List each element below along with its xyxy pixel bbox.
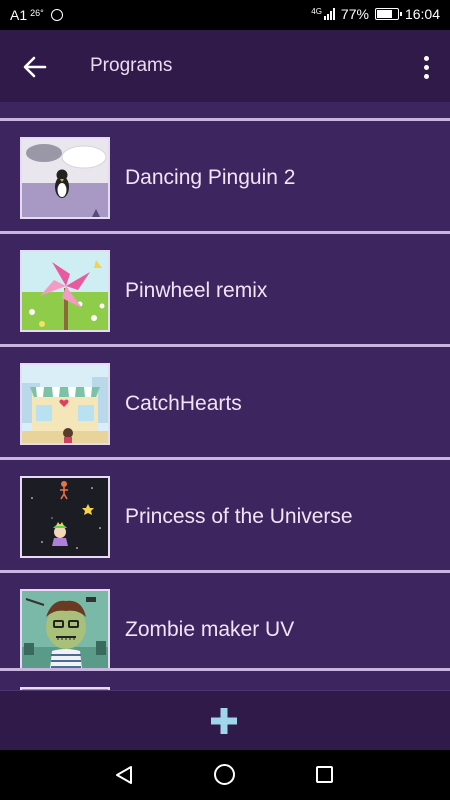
overflow-menu-button[interactable] xyxy=(416,50,436,84)
screenshot-notification-icon xyxy=(50,9,63,21)
program-name: Dancing Pinguin 2 xyxy=(125,166,296,189)
signal-icon xyxy=(323,8,335,20)
program-name: Zombie maker UV xyxy=(125,618,295,641)
pinwheel-thumbnail-image xyxy=(22,252,108,330)
program-item-princess-of-the-universe[interactable]: Princess of the Universe xyxy=(0,457,450,567)
page-title: Programs xyxy=(90,55,173,76)
triangle-back-icon xyxy=(116,766,132,784)
back-button[interactable] xyxy=(18,50,52,84)
carrier-label: A1 xyxy=(10,7,28,23)
clock: 16:04 xyxy=(404,6,440,22)
program-thumbnail xyxy=(20,363,110,445)
add-program-button[interactable] xyxy=(211,708,237,734)
program-item-pinwheel-remix[interactable]: Pinwheel remix xyxy=(0,231,450,341)
plus-icon xyxy=(211,708,237,734)
battery-icon xyxy=(374,8,402,20)
network-type-label: 4G xyxy=(311,6,322,16)
more-vertical-icon xyxy=(423,55,429,61)
temperature-label: 26° xyxy=(30,8,44,18)
space-thumbnail-image xyxy=(22,478,108,556)
program-name: CatchHearts xyxy=(125,392,242,415)
bottom-bar xyxy=(0,690,450,750)
nav-back-button[interactable] xyxy=(114,765,134,790)
app-bar: Programs xyxy=(0,30,450,102)
nav-recent-apps-button[interactable] xyxy=(316,766,333,783)
program-thumbnail xyxy=(20,476,110,558)
battery-percent: 77% xyxy=(340,6,369,22)
system-nav-bar xyxy=(0,750,450,800)
penguin-thumbnail-image xyxy=(22,139,108,217)
program-name: Pinwheel remix xyxy=(125,279,268,302)
program-name: Princess of the Universe xyxy=(125,505,353,528)
program-item-dancing-pinguin[interactable]: Dancing Pinguin 2 xyxy=(0,118,450,228)
program-item-partial[interactable] xyxy=(0,668,450,690)
status-left: A1 26° xyxy=(10,7,63,23)
shop-thumbnail-image xyxy=(22,365,108,443)
program-thumbnail xyxy=(20,589,110,671)
status-right: 4G 77% 16:04 xyxy=(311,6,440,22)
nav-home-button[interactable] xyxy=(214,764,235,785)
program-thumbnail xyxy=(20,137,110,219)
status-bar: A1 26° 4G 77% 16:04 xyxy=(0,0,450,30)
arrow-left-icon xyxy=(23,56,47,78)
program-list[interactable]: Dancing Pinguin 2 Pinwheel remix CatchHe… xyxy=(0,102,450,690)
program-thumbnail xyxy=(20,250,110,332)
program-item-zombie-maker-uv[interactable]: Zombie maker UV xyxy=(0,570,450,680)
program-item-catchhearts[interactable]: CatchHearts xyxy=(0,344,450,454)
zombie-thumbnail-image xyxy=(22,591,108,669)
